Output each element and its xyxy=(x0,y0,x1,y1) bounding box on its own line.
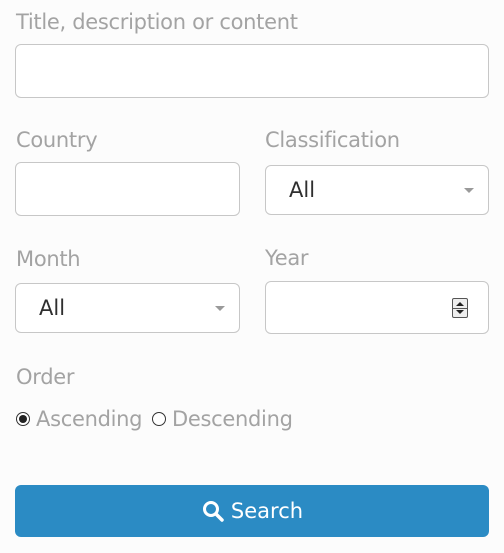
country-label: Country xyxy=(16,128,98,152)
radio-descending[interactable] xyxy=(152,412,166,426)
classification-selected-value: All xyxy=(289,178,316,202)
chevron-down-icon xyxy=(464,188,474,193)
year-label: Year xyxy=(265,246,309,270)
search-icon xyxy=(202,501,224,522)
order-label: Order xyxy=(16,365,75,389)
search-button[interactable]: Search xyxy=(15,485,489,537)
classification-select[interactable]: All xyxy=(265,165,489,215)
month-select[interactable]: All xyxy=(15,283,240,333)
radio-ascending[interactable] xyxy=(16,412,30,426)
text-search-input[interactable] xyxy=(15,44,489,98)
country-input[interactable] xyxy=(15,162,240,216)
chevron-down-icon xyxy=(215,306,225,311)
year-stepper-icon[interactable] xyxy=(452,297,468,318)
order-descending-label: Descending xyxy=(172,407,293,431)
year-input[interactable] xyxy=(265,281,489,334)
order-ascending-option[interactable]: Ascending xyxy=(16,406,142,432)
order-descending-option[interactable]: Descending xyxy=(152,406,293,432)
text-search-label: Title, description or content xyxy=(16,10,298,34)
increment-arrow-icon[interactable] xyxy=(456,301,464,306)
order-ascending-label: Ascending xyxy=(36,407,143,431)
classification-label: Classification xyxy=(265,128,400,152)
search-button-label: Search xyxy=(230,499,304,523)
month-label: Month xyxy=(16,247,81,271)
month-selected-value: All xyxy=(39,296,66,320)
decrement-arrow-icon[interactable] xyxy=(456,309,464,314)
